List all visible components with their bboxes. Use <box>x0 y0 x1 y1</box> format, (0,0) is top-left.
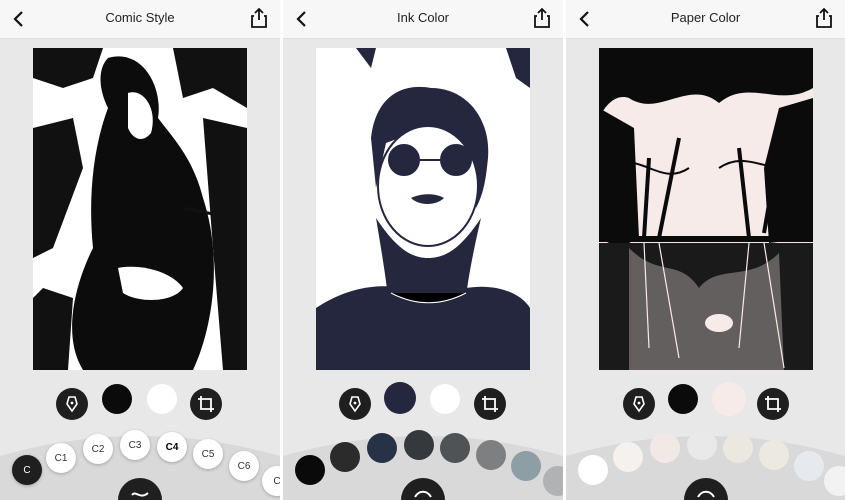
paper-palette-swatch[interactable] <box>687 430 717 460</box>
paper-palette-swatch[interactable] <box>613 442 643 472</box>
crop-icon <box>198 396 214 412</box>
page-title: Paper Color <box>670 10 741 25</box>
ink-palette-swatch[interactable] <box>330 442 360 472</box>
wave-icon <box>414 490 432 498</box>
paper-palette-swatch[interactable] <box>578 455 608 485</box>
forest-photo <box>599 48 813 370</box>
crop-button[interactable] <box>190 388 222 420</box>
paper-color-swatch[interactable] <box>147 384 177 414</box>
wave-icon <box>131 492 149 497</box>
chip-c4[interactable]: C4 <box>157 432 187 462</box>
chip-c2[interactable]: C2 <box>83 434 113 464</box>
panel-comic-style: Comic Style C C1 C2 C3 C4 C5 C6 C <box>0 0 280 500</box>
chip-c5[interactable]: C5 <box>193 439 223 469</box>
panel-ink-color: Ink Color <box>283 0 563 500</box>
ink-palette-swatch[interactable] <box>367 433 397 463</box>
pen-nib-icon <box>349 396 361 413</box>
share-icon[interactable] <box>815 7 833 29</box>
ink-palette-swatch[interactable] <box>511 451 541 481</box>
ink-palette-swatch[interactable] <box>476 440 506 470</box>
paper-palette-swatch[interactable] <box>723 433 753 463</box>
paper-color-swatch[interactable] <box>712 382 746 416</box>
panel-paper-color: Paper Color <box>566 0 845 500</box>
ink-color-swatch[interactable] <box>384 382 416 414</box>
page-title: Comic Style <box>105 10 175 25</box>
top-bar: Ink Color <box>283 0 563 39</box>
pen-tool-button[interactable] <box>339 388 371 420</box>
paper-color-swatch[interactable] <box>430 384 460 414</box>
share-icon[interactable] <box>533 7 551 29</box>
ink-color-swatch[interactable] <box>668 384 698 414</box>
crop-button[interactable] <box>474 388 506 420</box>
comic-photo <box>33 48 247 370</box>
paper-palette-swatch[interactable] <box>759 440 789 470</box>
ink-palette-swatch[interactable] <box>404 430 434 460</box>
chip-reset[interactable]: C <box>12 455 42 485</box>
pen-nib-icon <box>633 396 645 413</box>
ink-palette-swatch[interactable] <box>295 455 325 485</box>
top-bar: Comic Style <box>0 0 280 39</box>
chip-c1[interactable]: C1 <box>46 443 76 473</box>
wave-icon <box>697 490 715 498</box>
crop-icon <box>765 396 781 412</box>
page-title: Ink Color <box>396 10 450 25</box>
crop-icon <box>482 396 498 412</box>
paper-palette-swatch[interactable] <box>650 433 680 463</box>
pen-tool-button[interactable] <box>56 388 88 420</box>
pen-nib-icon <box>66 396 78 413</box>
share-icon[interactable] <box>250 7 268 29</box>
paper-palette-swatch[interactable] <box>794 451 824 481</box>
pen-tool-button[interactable] <box>623 388 655 420</box>
top-bar: Paper Color <box>566 0 845 39</box>
chip-c3[interactable]: C3 <box>120 430 150 460</box>
ink-portrait-photo <box>316 48 530 370</box>
crop-button[interactable] <box>757 388 789 420</box>
chip-c6[interactable]: C6 <box>229 451 259 481</box>
ink-color-swatch[interactable] <box>102 384 132 414</box>
ink-palette-swatch[interactable] <box>440 433 470 463</box>
